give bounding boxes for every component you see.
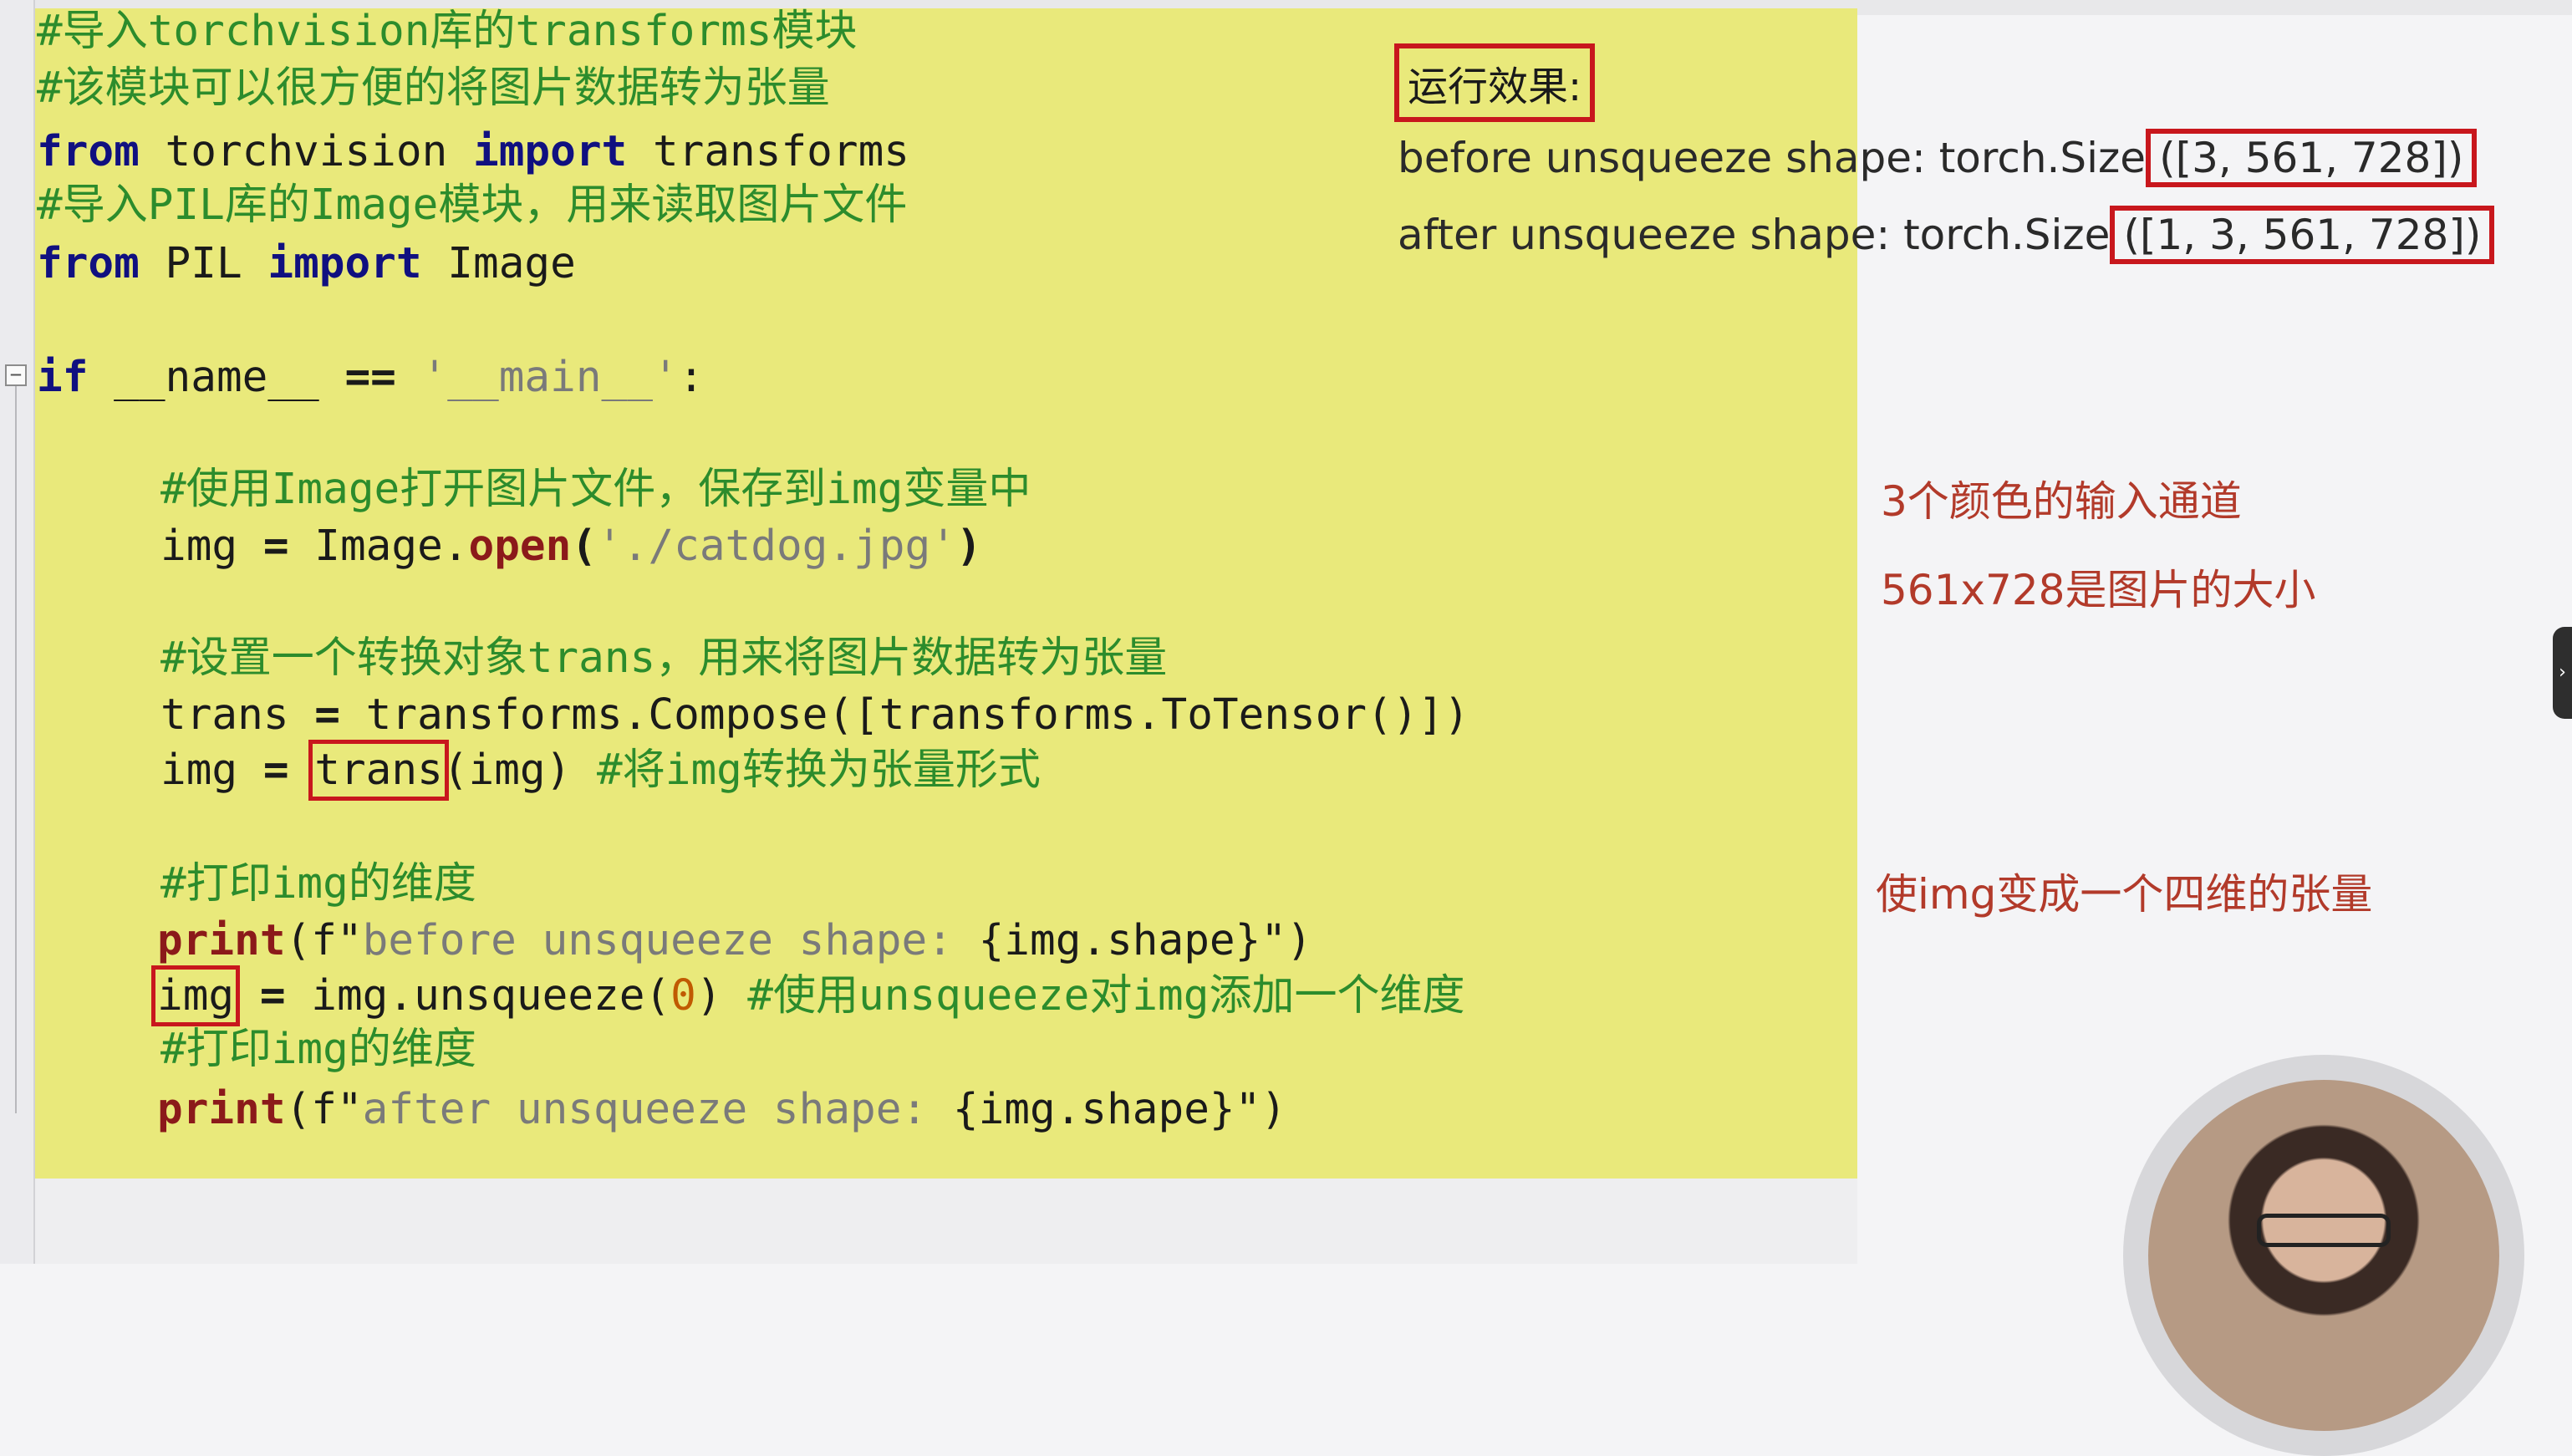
keyword: import (473, 127, 628, 176)
result-after-prefix: after unsqueeze shape: torch.Size (1398, 211, 2111, 259)
code-line-8: img = Image.open('./catdog.jpg') (160, 522, 982, 572)
result-before-value-box: ([3, 561, 728]) (2146, 129, 2478, 187)
code-text: trans (160, 690, 315, 740)
function-name: open (468, 522, 572, 571)
annotation-channels: 3个颜色的输入通道 (1881, 477, 2242, 526)
comment: #将img转换为张量形式 (597, 746, 1041, 795)
code-text: __name__ (88, 353, 345, 402)
comment: #使用Image打开图片文件，保存到img变量中 (160, 465, 1031, 514)
string-literal: after unsqueeze shape: (362, 1085, 953, 1134)
comment: #打印img的维度 (160, 1025, 476, 1074)
paren: ( (571, 522, 598, 571)
code-line-16: print(f"after unsqueeze shape: {img.shap… (157, 1085, 1286, 1135)
code-text: PIL (139, 239, 268, 288)
code-line-15: #打印img的维度 (160, 1025, 476, 1075)
keyword: if (37, 353, 89, 402)
code-text: img.unsqueeze( (285, 971, 671, 1021)
result-after-line: after unsqueeze shape: torch.Size ([1, 3,… (1398, 206, 2495, 264)
presenter-avatar (2148, 1080, 2499, 1431)
code-text: ) (695, 971, 748, 1021)
result-label: 运行效果: (1394, 43, 1596, 122)
code-text: torchvision (139, 127, 473, 176)
result-before-line: before unsqueeze shape: torch.Size ([3, 5… (1398, 129, 2478, 187)
operator: = (262, 746, 289, 795)
annotation-four-dim: 使img变成一个四维的张量 (1876, 870, 2373, 919)
code-line-12: #打印img的维度 (160, 859, 476, 909)
code-text: img (160, 746, 263, 795)
fold-toggle-icon[interactable]: − (5, 364, 27, 386)
code-text: (img) (442, 746, 598, 795)
result-after-value-box: ([1, 3, 561, 728]) (2110, 206, 2495, 264)
number-literal: 0 (670, 971, 696, 1021)
string-literal: '__main__' (395, 353, 679, 402)
editor-footer-area (35, 1179, 1857, 1264)
code-text: Image (421, 239, 576, 288)
code-line-14: img = img.unsqueeze(0) #使用unsqueeze对img添… (150, 965, 1465, 1026)
presenter-webcam (2123, 1055, 2524, 1456)
paren: ) (955, 522, 982, 571)
annotation-size: 561x728是图片的大小 (1881, 566, 2316, 614)
comment: #使用unsqueeze对img添加一个维度 (747, 971, 1465, 1021)
code-line-5: from PIL import Image (37, 239, 576, 289)
code-text: transforms.Compose([transforms.ToTensor(… (339, 690, 1469, 740)
comment: #该模块可以很方便的将图片数据转为张量 (37, 64, 830, 113)
highlight-box-trans: trans (308, 740, 449, 801)
code-text: (f" (285, 1085, 363, 1134)
code-text: {img.shape} (952, 1085, 1235, 1134)
glasses-icon (2257, 1214, 2391, 1247)
code-text: ") (1235, 1085, 1287, 1134)
code-line-7: #使用Image打开图片文件，保存到img变量中 (160, 465, 1031, 515)
code-line-1: #导入torchvision库的transforms模块 (37, 7, 858, 57)
function-name: print (157, 916, 286, 965)
operator: = (262, 522, 289, 571)
code-text: (f" (285, 916, 363, 965)
comment: #导入torchvision库的transforms模块 (37, 7, 858, 56)
keyword: from (37, 239, 140, 288)
operator: == (344, 353, 396, 402)
string-literal: before unsqueeze shape: (362, 916, 979, 965)
comment: #打印img的维度 (160, 859, 476, 909)
code-text: ") (1261, 916, 1312, 965)
operator: = (314, 690, 340, 740)
keyword: from (37, 127, 140, 176)
code-text: {img.shape} (978, 916, 1261, 965)
code-line-3: from torchvision import transforms (37, 127, 909, 177)
code-line-13: print(f"before unsqueeze shape: {img.sha… (157, 916, 1312, 966)
code-text: transforms (627, 127, 909, 176)
comment: #设置一个转换对象trans，用来将图片数据转为张量 (160, 634, 1168, 683)
fold-guide-line (15, 386, 17, 1113)
string-literal: './catdog.jpg' (597, 522, 956, 571)
side-panel-toggle-icon[interactable]: › (2553, 627, 2572, 719)
code-line-11: img = trans(img) #将img转换为张量形式 (160, 740, 1041, 801)
code-text: Image. (288, 522, 469, 571)
code-line-6: if __name__ == '__main__': (37, 353, 704, 403)
code-text: img (160, 522, 263, 571)
code-text: : (678, 353, 705, 402)
code-line-10: trans = transforms.Compose([transforms.T… (160, 690, 1469, 741)
result-before-prefix: before unsqueeze shape: torch.Size (1398, 134, 2147, 182)
function-name: print (157, 1085, 286, 1134)
code-line-4: #导入PIL库的Image模块，用来读取图片文件 (37, 181, 907, 231)
operator: = (259, 971, 286, 1021)
keyword: import (267, 239, 422, 288)
comment: #导入PIL库的Image模块，用来读取图片文件 (37, 181, 908, 230)
code-line-2: #该模块可以很方便的将图片数据转为张量 (37, 64, 830, 114)
highlight-box-img: img (150, 965, 241, 1026)
code-line-9: #设置一个转换对象trans，用来将图片数据转为张量 (160, 634, 1167, 684)
editor-gutter (0, 0, 35, 1264)
